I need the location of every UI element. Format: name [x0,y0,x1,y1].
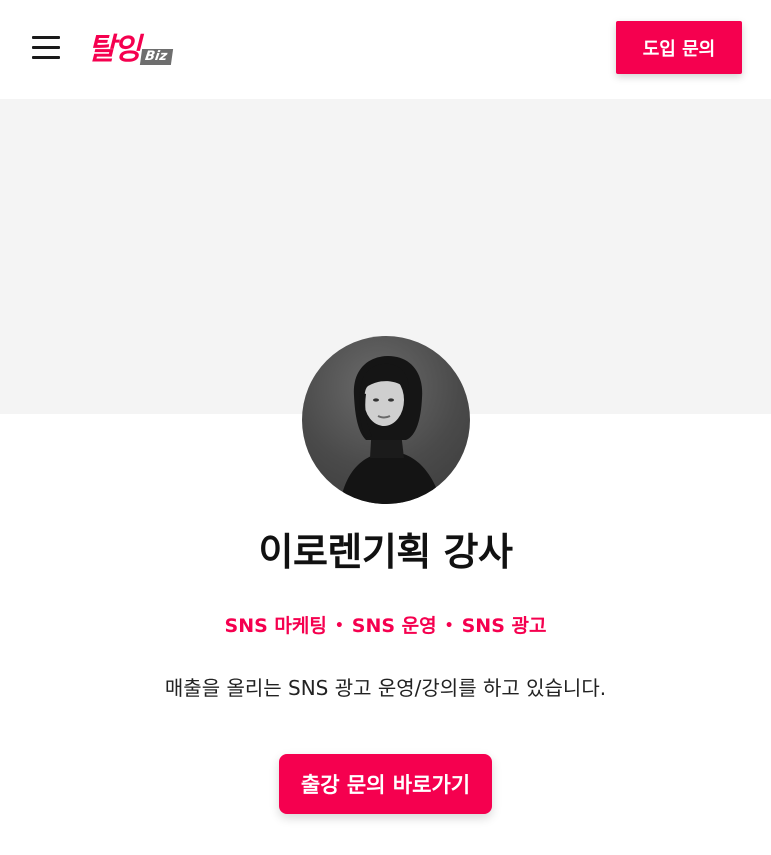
instructor-name: 이로렌기획 강사 [258,530,513,574]
tag-sns-marketing: SNS 마케팅 [224,615,327,637]
logo-text: 탈잉 [88,32,141,67]
logo-badge: Biz [140,49,174,65]
instructor-description: 매출을 올리는 SNS 광고 운영/강의를 하고 있습니다. [164,676,607,700]
inquiry-button[interactable]: 도입 문의 [616,21,742,74]
tag-sns-ads: SNS 광고 [461,615,547,637]
tag-sns-operation: SNS 운영 [351,615,437,637]
instructor-avatar [302,336,470,504]
top-header: 탈잉 Biz 도입 문의 [0,0,771,99]
category-tags: SNS 마케팅 • SNS 운영 • SNS 광고 [0,612,771,640]
lecture-inquiry-button[interactable]: 출강 문의 바로가기 [279,754,492,814]
portrait-image [340,356,442,504]
logo[interactable]: 탈잉 Biz [88,28,174,68]
tag-separator: • [334,618,344,634]
hamburger-menu-icon[interactable] [32,36,60,60]
tag-separator: • [444,618,454,634]
